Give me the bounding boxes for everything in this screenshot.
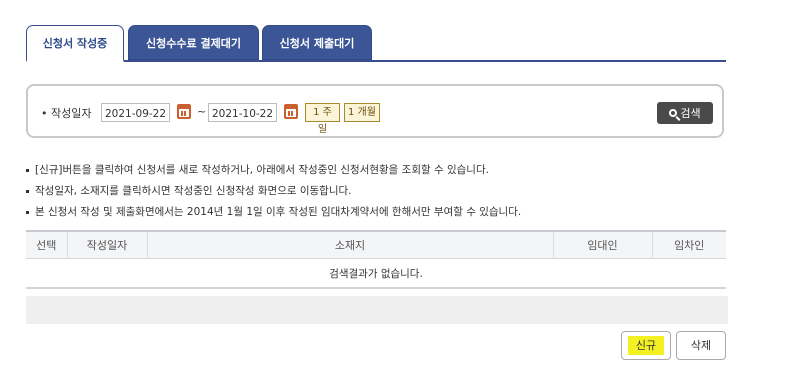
search-button-label: 검색 (680, 107, 701, 120)
one-month-button[interactable]: 1 개월 (344, 103, 380, 122)
delete-button[interactable]: 삭제 (676, 331, 726, 360)
tab-underline (26, 60, 726, 62)
one-week-button[interactable]: 1 주일 (305, 103, 340, 135)
column-header-select: 선택 (26, 230, 68, 259)
end-date-input[interactable] (208, 103, 277, 122)
tab-bar: 신청서 작성중 신청수수료 결제대기 신청서 제출대기 (26, 25, 726, 62)
notice-list: [신규]버튼을 클릭하여 신청서를 새로 작성하거나, 아래에서 작성중인 신청… (26, 161, 726, 224)
start-date-input[interactable] (101, 103, 170, 122)
date-label: • 작성일자 (41, 107, 92, 120)
notice-item: 작성일자, 소재지를 클릭하시면 작성중인 신청작성 화면으로 이동합니다. (26, 182, 726, 203)
pagination-bar (26, 296, 728, 324)
empty-result-message: 검색결과가 없습니다. (26, 258, 726, 289)
calendar-icon[interactable] (284, 104, 298, 119)
column-header-created-date: 작성일자 (67, 230, 148, 259)
search-button[interactable]: 검색 (657, 102, 713, 124)
new-button-label: 신규 (627, 336, 665, 355)
search-panel: • 작성일자 ~ 1 주일 1 개월 검색 (26, 84, 724, 138)
notice-item: [신규]버튼을 클릭하여 신청서를 새로 작성하거나, 아래에서 작성중인 신청… (26, 161, 726, 182)
column-header-landlord: 임대인 (553, 230, 653, 259)
date-range-separator: ~ (197, 105, 207, 118)
notice-item: 본 신청서 작성 및 제출화면에서는 2014년 1월 1일 이후 작성된 임대… (26, 203, 726, 224)
tab-submission-pending[interactable]: 신청서 제출대기 (262, 25, 372, 60)
column-header-tenant: 임차인 (652, 230, 726, 259)
new-button[interactable]: 신규 (621, 331, 671, 360)
tab-fee-payment-pending[interactable]: 신청수수료 결제대기 (128, 25, 259, 60)
tab-drafting[interactable]: 신청서 작성중 (26, 25, 124, 62)
column-header-location: 소재지 (147, 230, 554, 259)
results-table: 선택 작성일자 소재지 임대인 임차인 검색결과가 없습니다. (26, 230, 726, 289)
table-row: 검색결과가 없습니다. (26, 258, 726, 289)
table-header-row: 선택 작성일자 소재지 임대인 임차인 (26, 230, 726, 259)
calendar-icon[interactable] (177, 104, 191, 119)
search-icon (669, 109, 678, 117)
